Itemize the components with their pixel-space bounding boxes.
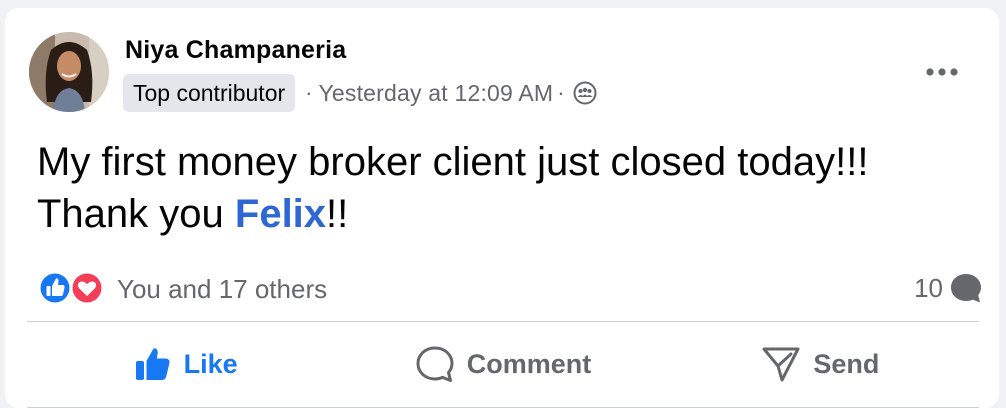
comment-label: Comment (466, 348, 592, 379)
comment-icon (416, 346, 454, 382)
meta-separator-2: · (557, 80, 565, 105)
meta-separator: · (305, 80, 313, 105)
comment-bubble-icon (951, 274, 981, 303)
post-card: Niya Champaneria Top contributor · Yeste… (5, 8, 999, 408)
post-text-end: !! (326, 192, 349, 236)
post-text-start: My first money broker client just closed… (37, 140, 869, 236)
reaction-icons[interactable] (33, 270, 109, 306)
profile-photo (29, 32, 109, 112)
comment-button[interactable]: Comment (344, 328, 661, 400)
group-audience-icon[interactable] (573, 81, 597, 105)
reaction-summary[interactable]: You and 17 others (117, 274, 327, 305)
post-timestamp[interactable]: Yesterday at 12:09 AM (318, 80, 553, 107)
love-reaction-icon (70, 271, 104, 305)
like-icon (135, 348, 170, 380)
like-label: Like (183, 348, 238, 379)
action-bar: Like Comment Send (27, 328, 979, 400)
more-options-button[interactable] (915, 52, 969, 92)
engagement-row: You and 17 others 10 (33, 264, 983, 312)
more-options-icon (926, 68, 958, 76)
post-header: Niya Champaneria Top contributor · Yeste… (5, 8, 999, 118)
top-contributor-badge[interactable]: Top contributor (123, 74, 296, 112)
author-name[interactable]: Niya Champaneria (125, 36, 346, 65)
post-body: My first money broker client just closed… (37, 136, 967, 240)
comment-count[interactable]: 10 (914, 272, 983, 304)
send-button[interactable]: Send (662, 328, 979, 400)
mention-link[interactable]: Felix (235, 192, 326, 236)
like-button[interactable]: Like (27, 328, 344, 400)
send-label: Send (813, 348, 880, 379)
like-reaction-icon (38, 271, 72, 305)
author-avatar[interactable] (29, 32, 109, 112)
comment-count-number: 10 (914, 272, 943, 303)
actions-divider-top (27, 321, 979, 322)
send-icon (762, 347, 800, 382)
post-meta: Top contributor · Yesterday at 12:09 AM … (123, 73, 597, 113)
